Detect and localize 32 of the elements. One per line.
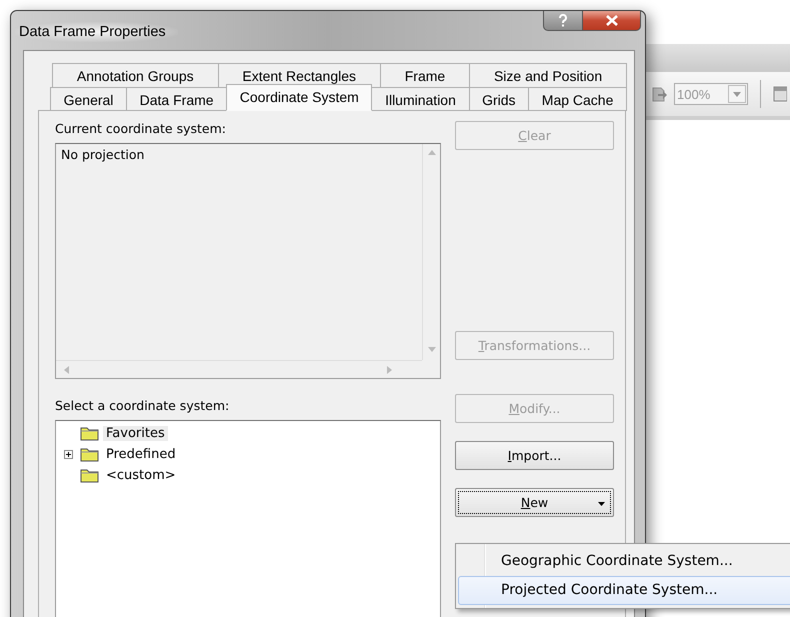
tab[interactable]: Map Cache [528,87,627,111]
scroll-right-icon[interactable] [387,366,392,374]
menu-item[interactable]: Projected Coordinate System... [458,576,790,605]
folder-icon [80,468,99,483]
section-label: Current coordinate system: [55,121,227,136]
import-button[interactable]: Import... [455,441,614,470]
tab[interactable]: General [50,87,128,111]
new-button[interactable]: New [455,488,614,517]
tree-item[interactable]: Predefined [103,447,179,462]
caret-icon [598,502,605,506]
scroll-down-icon[interactable] [428,347,436,352]
section-label: Select a coordinate system: [55,398,230,413]
caret-icon[interactable] [733,92,741,96]
tree-item[interactable]: <custom> [103,468,179,483]
tree-item[interactable]: Favorites [103,426,168,441]
close-icon [606,15,618,26]
tab[interactable]: Coordinate System [226,84,372,111]
tab[interactable]: Annotation Groups [52,63,218,87]
folder-icon [80,426,99,441]
tab[interactable]: Size and Position [469,63,628,87]
help-button[interactable] [543,11,583,31]
scroll-left-icon[interactable] [64,366,69,374]
question-mark-icon [558,14,568,27]
menu-item[interactable]: Geographic Coordinate System... [458,547,790,576]
scroll-up-icon[interactable] [428,150,436,155]
current-system-text: No projection [61,147,144,162]
page-arrow-icon[interactable] [652,85,668,103]
window-icon[interactable] [773,86,787,102]
expand-icon[interactable] [64,450,73,459]
folder-icon [80,447,99,462]
close-button[interactable] [583,11,641,31]
window-title: Data Frame Properties [15,22,178,42]
